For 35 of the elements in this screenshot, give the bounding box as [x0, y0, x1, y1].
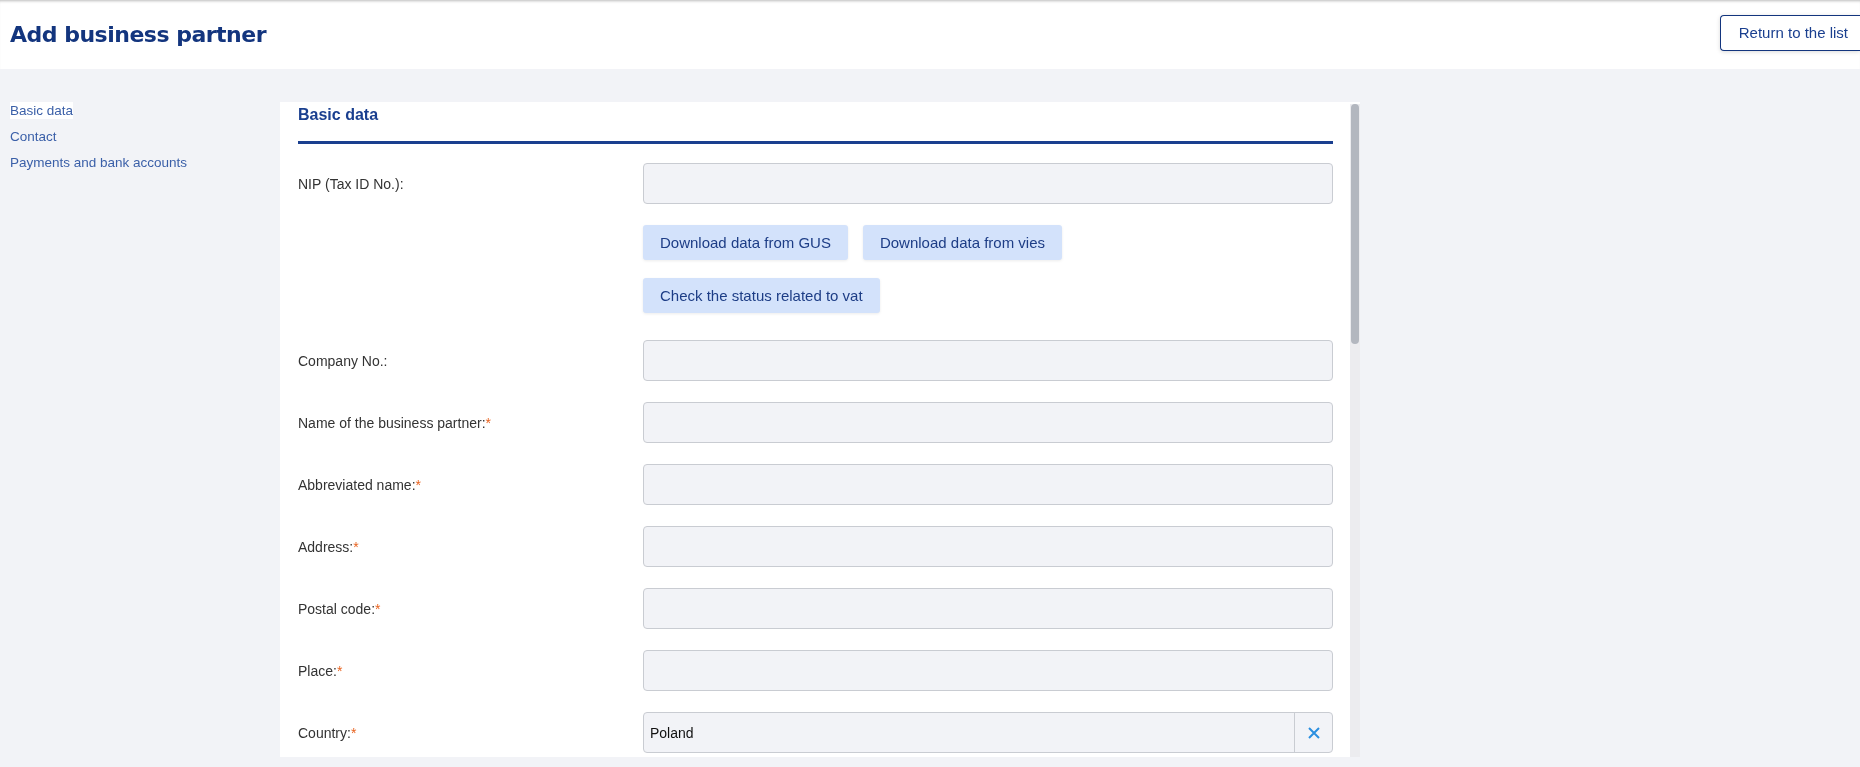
select-value: Poland [649, 724, 695, 741]
field-label: Country: [298, 724, 351, 741]
country-select[interactable]: Poland [643, 712, 1333, 753]
field-label: Place: [298, 662, 337, 679]
required-marker: * [350, 724, 357, 741]
scrollbar[interactable] [1350, 104, 1360, 757]
input-field[interactable] [643, 163, 1333, 204]
action-button[interactable]: Download data from vies [862, 225, 1062, 260]
field-label: Postal code: [298, 600, 376, 617]
required-marker: * [353, 538, 359, 555]
input-field[interactable] [643, 340, 1333, 381]
input-field[interactable] [643, 464, 1333, 505]
page-title: Add business partner [10, 22, 267, 47]
sidebar-link[interactable]: Contact [10, 128, 57, 145]
scrollbar-thumb[interactable] [1351, 104, 1359, 344]
sidebar-link[interactable]: Payments and bank accounts [10, 154, 188, 171]
field-label: Abbreviated name: [298, 476, 416, 493]
field-label: Address: [298, 538, 354, 555]
field-label: NIP (Tax ID No.): [298, 175, 404, 192]
section-heading: Basic data [298, 102, 1333, 144]
required-marker: * [415, 476, 421, 493]
input-field[interactable] [643, 650, 1333, 691]
close-icon [1306, 725, 1321, 740]
sidebar-link[interactable]: Basic data [10, 102, 74, 119]
required-marker: * [336, 662, 343, 679]
input-field[interactable] [643, 526, 1333, 567]
action-button[interactable]: Download data from GUS [643, 225, 848, 260]
required-marker: * [375, 600, 381, 617]
action-button[interactable]: Check the status related to vat [643, 278, 880, 313]
return-to-list-button[interactable]: Return to the list [1719, 14, 1860, 51]
input-field[interactable] [643, 588, 1333, 629]
field-label: Company No.: [298, 352, 388, 369]
field-label: Name of the business partner: [298, 414, 486, 431]
input-field[interactable] [643, 402, 1333, 443]
required-marker: * [485, 414, 491, 431]
